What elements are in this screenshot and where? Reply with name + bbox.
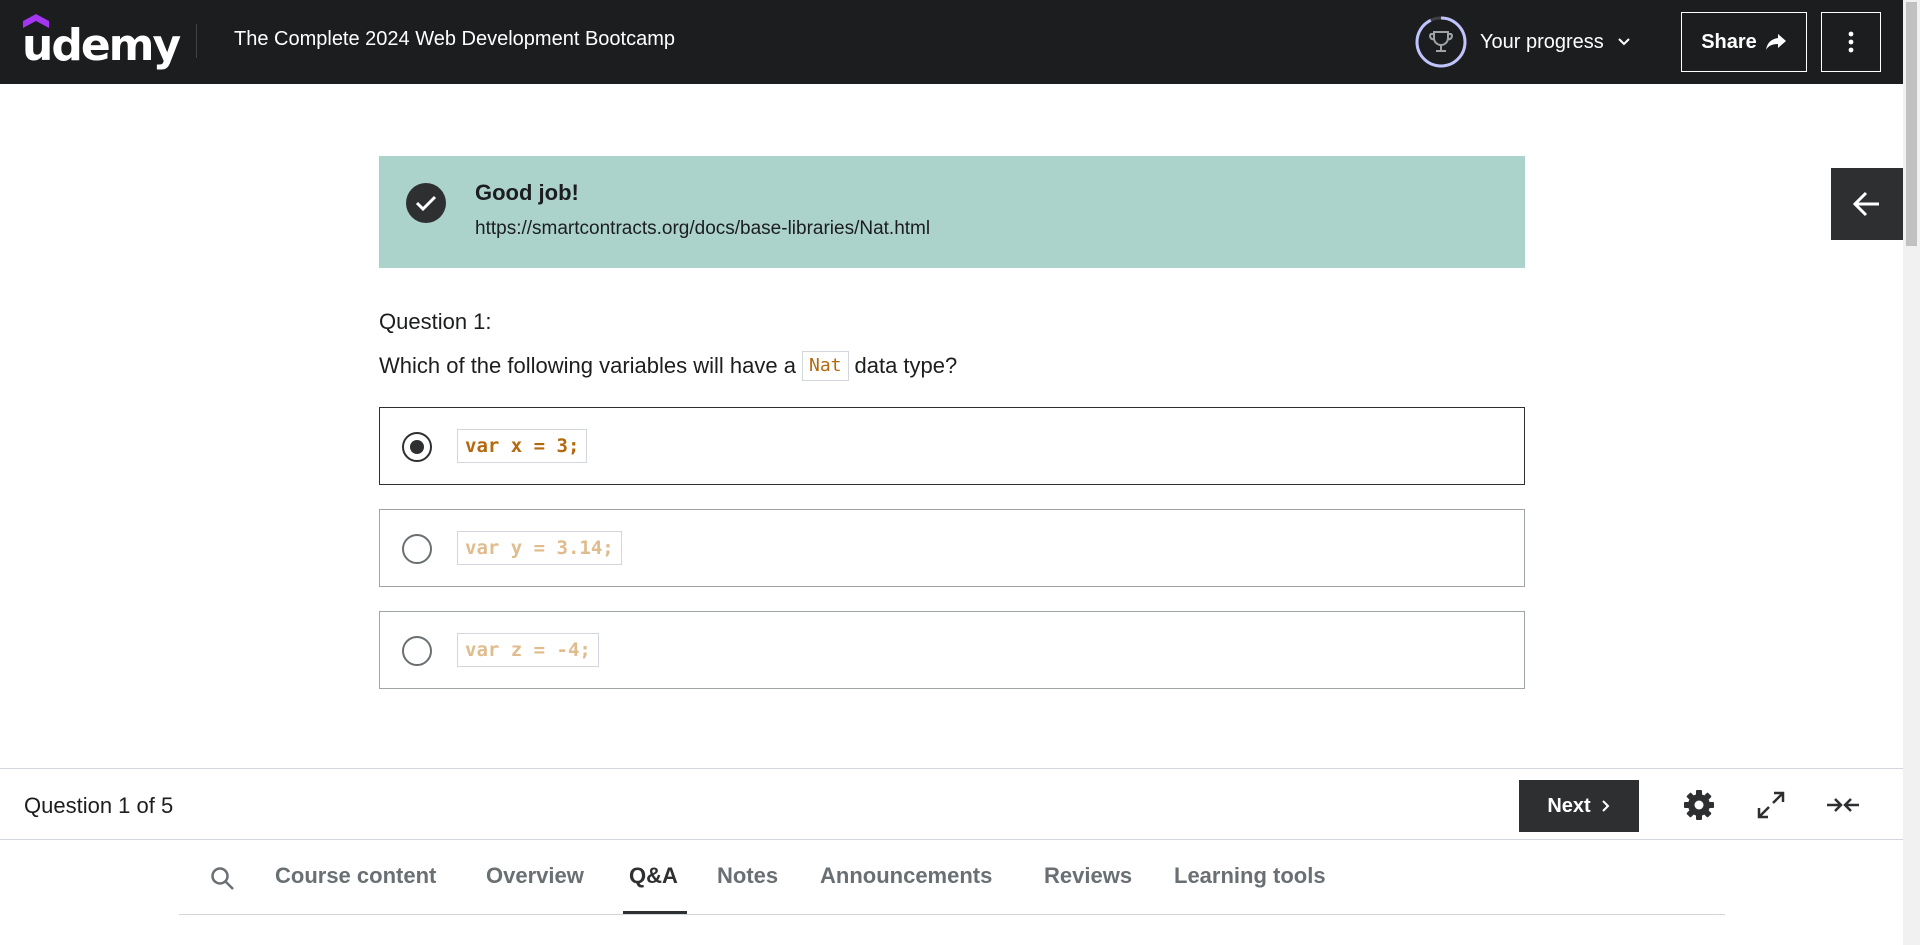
option-code: var z = -4;: [457, 633, 599, 667]
tab-announcements[interactable]: Announcements: [820, 863, 992, 889]
header-divider: [196, 24, 197, 58]
radio-button[interactable]: [402, 534, 432, 564]
tab-reviews[interactable]: Reviews: [1044, 863, 1132, 889]
share-label: Share: [1701, 30, 1757, 53]
expand-sidebar-button[interactable]: [1831, 168, 1903, 240]
answer-option-1[interactable]: var x = 3;: [379, 407, 1525, 485]
answer-option-3[interactable]: var z = -4;: [379, 611, 1525, 689]
progress-dropdown[interactable]: Your progress: [1414, 14, 1632, 70]
settings-button[interactable]: [1679, 785, 1719, 825]
expand-icon: [1757, 791, 1785, 819]
course-title[interactable]: The Complete 2024 Web Development Bootca…: [234, 28, 675, 51]
tab-overview[interactable]: Overview: [486, 863, 584, 889]
radio-button-selected[interactable]: [402, 432, 432, 462]
top-navbar: udemy The Complete 2024 Web Development …: [0, 0, 1903, 84]
tab-qa[interactable]: Q&A: [629, 863, 678, 889]
next-button[interactable]: Next: [1519, 780, 1639, 832]
question-inline-code: Nat: [801, 351, 849, 381]
scrollbar-thumb[interactable]: [1906, 2, 1917, 246]
active-tab-indicator: [623, 911, 687, 914]
question-counter: Question 1 of 5: [24, 793, 174, 818]
question-text-before: Which of the following variables will ha…: [379, 353, 796, 378]
more-options-button[interactable]: [1821, 12, 1881, 72]
logo-hat-icon: [23, 14, 49, 28]
share-arrow-icon: [1765, 34, 1786, 50]
fullscreen-button[interactable]: [1751, 785, 1791, 825]
check-circle-icon: [406, 183, 446, 223]
option-code: var y = 3.14;: [457, 531, 622, 565]
answer-option-2[interactable]: var y = 3.14;: [379, 509, 1525, 587]
success-banner: Good job! https://smartcontracts.org/doc…: [379, 156, 1525, 268]
collapse-icon: [1827, 798, 1859, 812]
search-icon[interactable]: [209, 865, 237, 893]
option-code: var x = 3;: [457, 429, 588, 463]
arrow-left-icon: [1853, 191, 1879, 217]
progress-label: Your progress: [1480, 30, 1604, 53]
quiz-footer-bar: Question 1 of 5 Next: [0, 768, 1903, 840]
tab-course-content[interactable]: Course content: [275, 863, 436, 889]
radio-dot: [410, 440, 424, 454]
banner-link[interactable]: https://smartcontracts.org/docs/base-lib…: [475, 218, 930, 240]
course-tabs: Course content Overview Q&A Notes Announ…: [179, 841, 1725, 915]
next-label: Next: [1547, 794, 1591, 817]
tab-notes[interactable]: Notes: [717, 863, 778, 889]
chevron-right-icon: [1601, 800, 1610, 812]
exit-expanded-view-button[interactable]: [1823, 785, 1863, 825]
gear-icon: [1684, 790, 1714, 820]
question-text: Which of the following variables will ha…: [379, 351, 957, 381]
banner-title: Good job!: [475, 180, 579, 205]
trophy-icon: [1415, 16, 1467, 68]
tab-learning-tools[interactable]: Learning tools: [1174, 863, 1326, 889]
kebab-menu-icon: [1848, 31, 1854, 53]
share-button[interactable]: Share: [1681, 12, 1807, 72]
question-text-after: data type?: [854, 353, 958, 378]
radio-button[interactable]: [402, 636, 432, 666]
udemy-logo[interactable]: udemy: [22, 14, 181, 71]
logo-text: udemy: [22, 20, 181, 71]
question-label: Question 1:: [379, 309, 492, 334]
chevron-down-icon: [1618, 38, 1630, 46]
